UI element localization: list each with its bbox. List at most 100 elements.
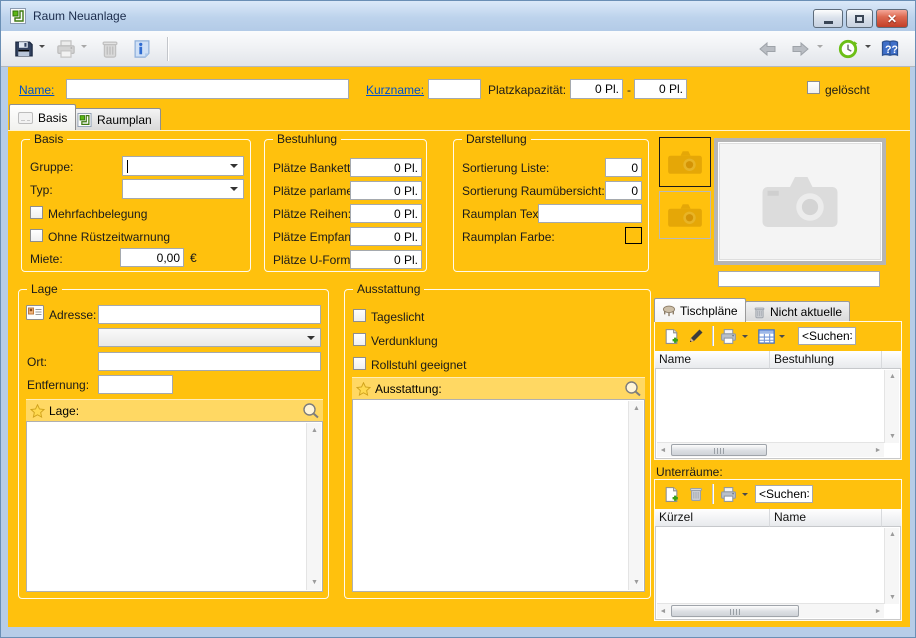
plaetze-reihen-input[interactable] bbox=[350, 204, 422, 223]
tischplaene-vscrollbar[interactable]: ▲ ▼ bbox=[884, 370, 899, 443]
scroll-up-icon[interactable]: ▲ bbox=[307, 427, 322, 434]
scroll-down-icon[interactable]: ▼ bbox=[885, 594, 900, 601]
print-dropdown-arrow[interactable] bbox=[742, 335, 748, 341]
scroll-right-icon[interactable]: ► bbox=[872, 447, 884, 454]
basis-group-title: Basis bbox=[30, 132, 67, 146]
print-dropdown-arrow[interactable] bbox=[742, 493, 748, 499]
tab-basis[interactable]: Basis bbox=[9, 104, 76, 130]
geloescht-checkbox[interactable] bbox=[807, 81, 820, 94]
tischplan-edit-button[interactable] bbox=[685, 325, 707, 347]
tischplaene-table-body[interactable]: ▲ ▼ ◄ ► bbox=[655, 369, 901, 459]
history-button[interactable] bbox=[835, 35, 861, 63]
main-toolbar: ?? bbox=[1, 31, 916, 67]
tischplan-view-button[interactable] bbox=[755, 325, 777, 347]
scroll-up-icon[interactable]: ▲ bbox=[885, 373, 900, 380]
unterraum-add-button[interactable] bbox=[660, 483, 682, 505]
tischplaene-search-input[interactable] bbox=[798, 327, 856, 345]
hscroll-thumb[interactable] bbox=[671, 605, 799, 617]
unterraum-delete-button[interactable] bbox=[685, 483, 707, 505]
view-dropdown-arrow[interactable] bbox=[779, 335, 785, 341]
tischplan-add-button[interactable] bbox=[660, 325, 682, 347]
adresse-input[interactable] bbox=[98, 305, 321, 324]
forward-dropdown-arrow[interactable] bbox=[817, 45, 823, 51]
print-dropdown-arrow[interactable] bbox=[81, 45, 87, 51]
ausstattung-search-button[interactable] bbox=[624, 380, 642, 398]
tischplaene-hscrollbar[interactable]: ◄ ► bbox=[657, 442, 884, 457]
verdunklung-checkbox[interactable] bbox=[353, 333, 366, 346]
photo-thumbnail-2[interactable] bbox=[659, 191, 711, 239]
minimize-button[interactable] bbox=[813, 9, 843, 28]
unterraeume-table-body[interactable]: ▲ ▼ ◄ ► bbox=[655, 527, 901, 620]
unterraeume-col-kuerzel[interactable]: Kürzel bbox=[655, 509, 770, 527]
lage-list-vscrollbar[interactable]: ▲ ▼ bbox=[306, 423, 321, 590]
info-button[interactable] bbox=[129, 35, 155, 63]
tab-raumplan[interactable]: Raumplan bbox=[68, 108, 161, 130]
unterraeume-vscrollbar[interactable]: ▲ ▼ bbox=[884, 528, 899, 604]
tischplaene-col-bestuhlung[interactable]: Bestuhlung bbox=[770, 351, 882, 369]
scroll-left-icon[interactable]: ◄ bbox=[657, 608, 669, 615]
tischplan-print-button[interactable] bbox=[717, 325, 739, 347]
name-input[interactable] bbox=[66, 79, 349, 99]
rollstuhl-checkbox[interactable] bbox=[353, 357, 366, 370]
scroll-left-icon[interactable]: ◄ bbox=[657, 447, 669, 454]
plaetze-reihen-label: Plätze Reihen: bbox=[273, 207, 351, 221]
scroll-down-icon[interactable]: ▼ bbox=[885, 433, 900, 440]
raumplan-text-input[interactable] bbox=[538, 204, 642, 223]
ort-input[interactable] bbox=[98, 352, 321, 371]
plaetze-empfang-label: Plätze Empfang: bbox=[273, 230, 361, 244]
platz-dash: - bbox=[627, 83, 631, 97]
mehrfachbelegung-checkbox[interactable] bbox=[30, 206, 43, 219]
scroll-up-icon[interactable]: ▲ bbox=[629, 405, 644, 412]
maximize-button[interactable] bbox=[846, 9, 873, 28]
ausstattung-list[interactable]: ▲ ▼ bbox=[352, 399, 645, 592]
close-button[interactable]: ✕ bbox=[876, 9, 908, 28]
plaetze-uform-input[interactable] bbox=[350, 250, 422, 269]
unterraeume-search-input[interactable] bbox=[755, 485, 813, 503]
photo-thumbnail-1[interactable] bbox=[659, 137, 711, 187]
adresse-zusatz-combo[interactable] bbox=[98, 328, 321, 347]
unterraeume-hscrollbar[interactable]: ◄ ► bbox=[657, 603, 884, 618]
plaetze-empfang-input[interactable] bbox=[350, 227, 422, 246]
sortierung-liste-input[interactable] bbox=[605, 158, 642, 177]
address-book-button[interactable] bbox=[26, 305, 44, 320]
photo-caption-input[interactable] bbox=[718, 271, 880, 287]
tab-tischplaene[interactable]: Tischpläne bbox=[654, 298, 746, 322]
platzkapazitaet-max-input[interactable] bbox=[634, 79, 687, 99]
scroll-right-icon[interactable]: ► bbox=[872, 608, 884, 615]
tischplaene-col-name[interactable]: Name bbox=[655, 351, 770, 369]
ohne-ruestzeit-checkbox[interactable] bbox=[30, 229, 43, 242]
scroll-up-icon[interactable]: ▲ bbox=[885, 531, 900, 538]
kurzname-input[interactable] bbox=[428, 79, 481, 99]
miete-input[interactable] bbox=[120, 248, 184, 267]
scroll-down-icon[interactable]: ▼ bbox=[307, 579, 322, 586]
raumplan-farbe-swatch[interactable] bbox=[625, 227, 642, 244]
hscroll-thumb[interactable] bbox=[671, 444, 767, 456]
tischplaene-panel: Name Bestuhlung ▲ ▼ ◄ ► bbox=[654, 321, 902, 460]
save-dropdown-arrow[interactable] bbox=[39, 45, 45, 51]
help-button[interactable]: ?? bbox=[877, 35, 903, 63]
lage-list[interactable]: ▲ ▼ bbox=[26, 421, 323, 592]
print-button[interactable] bbox=[53, 35, 79, 63]
plaetze-parlament-input[interactable] bbox=[350, 181, 422, 200]
delete-button[interactable] bbox=[97, 35, 123, 63]
printer-icon bbox=[720, 328, 737, 345]
ausstattung-list-vscrollbar[interactable]: ▲ ▼ bbox=[628, 401, 643, 590]
plaetze-bankett-input[interactable] bbox=[350, 158, 422, 177]
forward-button[interactable] bbox=[787, 35, 813, 63]
gruppe-combo[interactable] bbox=[122, 156, 244, 176]
back-button[interactable] bbox=[755, 35, 781, 63]
entfernung-input[interactable] bbox=[98, 375, 173, 394]
unterraum-print-button[interactable] bbox=[717, 483, 739, 505]
scroll-down-icon[interactable]: ▼ bbox=[629, 579, 644, 586]
typ-combo[interactable] bbox=[122, 179, 244, 199]
platzkapazitaet-min-input[interactable] bbox=[570, 79, 623, 99]
photo-preview[interactable] bbox=[714, 138, 886, 265]
save-button[interactable] bbox=[11, 35, 37, 63]
lage-search-button[interactable] bbox=[302, 402, 320, 420]
kurzname-label: Kurzname: bbox=[366, 83, 424, 97]
sortierung-raum-input[interactable] bbox=[605, 181, 642, 200]
tageslicht-checkbox[interactable] bbox=[353, 309, 366, 322]
unterraeume-col-name[interactable]: Name bbox=[770, 509, 882, 527]
history-dropdown-arrow[interactable] bbox=[865, 45, 871, 51]
tab-nicht-aktuelle[interactable]: Nicht aktuelle bbox=[745, 301, 850, 322]
